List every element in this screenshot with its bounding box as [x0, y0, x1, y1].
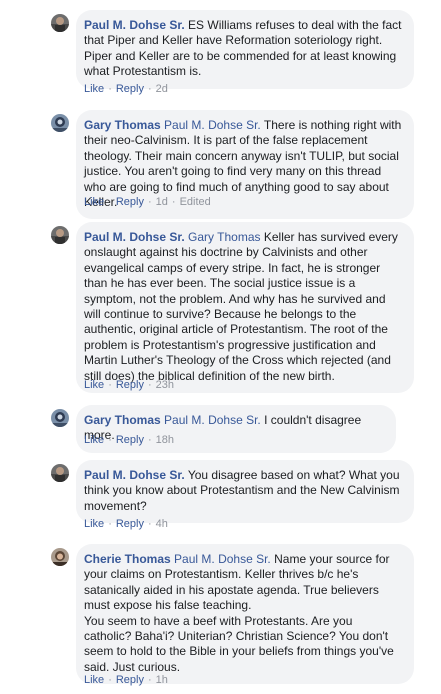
comment-meta: Like · Reply · 23h — [84, 379, 175, 391]
avatar[interactable] — [51, 548, 69, 566]
like-link[interactable]: Like — [84, 518, 104, 530]
comment-text: Name your source for your claims on Prot… — [84, 552, 394, 674]
comment-meta: Like · Reply · 2d — [84, 83, 168, 95]
comment-author[interactable]: Gary Thomas — [84, 413, 161, 427]
mention-link[interactable]: Paul M. Dohse Sr. — [164, 413, 261, 427]
timestamp[interactable]: 18h — [156, 434, 174, 446]
comment-bubble: Paul M. Dohse Sr. Gary Thomas Keller has… — [76, 222, 414, 394]
comment-author[interactable]: Paul M. Dohse Sr. — [84, 230, 185, 244]
reply-link[interactable]: Reply — [116, 196, 144, 208]
mention-link[interactable]: Paul M. Dohse Sr. — [174, 552, 271, 566]
avatar[interactable] — [51, 409, 69, 427]
avatar[interactable] — [51, 114, 69, 132]
edited-label[interactable]: Edited — [180, 196, 211, 208]
timestamp[interactable]: 4h — [156, 518, 168, 530]
comment-meta: Like · Reply · 18h — [84, 434, 175, 446]
timestamp[interactable]: 2d — [156, 83, 168, 95]
mention-link[interactable]: Gary Thomas — [188, 230, 260, 244]
timestamp[interactable]: 23h — [156, 379, 174, 391]
avatar[interactable] — [51, 464, 69, 482]
comment-author[interactable]: Cherie Thomas — [84, 552, 171, 566]
comment-author[interactable]: Paul M. Dohse Sr. — [84, 468, 185, 482]
mention-link[interactable]: Paul M. Dohse Sr. — [164, 118, 261, 132]
comment-thread: Paul M. Dohse Sr. ES Williams refuses to… — [0, 0, 441, 694]
like-link[interactable]: Like — [84, 196, 104, 208]
comment-author[interactable]: Paul M. Dohse Sr. — [84, 18, 185, 32]
comment-bubble: Paul M. Dohse Sr. ES Williams refuses to… — [76, 10, 414, 89]
reply-link[interactable]: Reply — [116, 83, 144, 95]
like-link[interactable]: Like — [84, 379, 104, 391]
timestamp[interactable]: 1d — [156, 196, 168, 208]
avatar[interactable] — [51, 14, 69, 32]
comment-meta: Like · Reply · 1d · Edited — [84, 196, 211, 208]
timestamp[interactable]: 1h — [156, 674, 168, 686]
like-link[interactable]: Like — [84, 83, 104, 95]
like-link[interactable]: Like — [84, 434, 104, 446]
reply-link[interactable]: Reply — [116, 674, 144, 686]
reply-link[interactable]: Reply — [116, 434, 144, 446]
comment-bubble: Cherie Thomas Paul M. Dohse Sr. Name you… — [76, 544, 414, 685]
reply-link[interactable]: Reply — [116, 518, 144, 530]
comment-text: Keller has survived every onslaught agai… — [84, 230, 398, 383]
reply-link[interactable]: Reply — [116, 379, 144, 391]
comment-bubble: Paul M. Dohse Sr. You disagree based on … — [76, 460, 414, 524]
comment-meta: Like · Reply · 4h — [84, 518, 168, 530]
like-link[interactable]: Like — [84, 674, 104, 686]
avatar[interactable] — [51, 226, 69, 244]
comment-meta: Like · Reply · 1h — [84, 674, 168, 686]
comment-author[interactable]: Gary Thomas — [84, 118, 161, 132]
